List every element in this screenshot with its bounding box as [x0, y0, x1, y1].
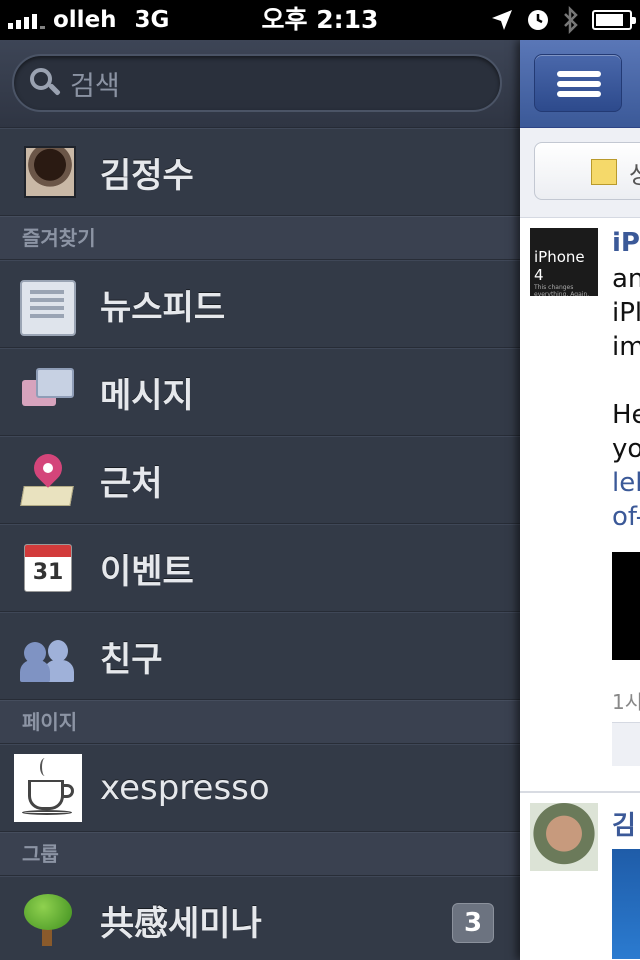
sidebar-item-messages[interactable]: 메시지 — [0, 348, 520, 436]
sidebar-item-nearby[interactable]: 근처 — [0, 436, 520, 524]
post-actions-bar[interactable] — [612, 722, 640, 766]
tree-icon — [20, 892, 76, 948]
calendar-day: 31 — [32, 560, 64, 585]
search-input[interactable]: 검색 — [12, 54, 502, 112]
sidebar-item-label: 이벤트 — [100, 551, 194, 592]
profile-item[interactable]: 김정수 — [0, 128, 520, 216]
feed-post: iPhone 4 This changes everything. Again.… — [520, 218, 640, 792]
post-link[interactable]: of- — [612, 502, 640, 532]
search-icon — [28, 66, 62, 100]
avatar — [24, 146, 76, 198]
sidebar-item-label: xespresso — [100, 768, 270, 808]
location-arrow-icon — [492, 10, 512, 30]
search-placeholder: 검색 — [70, 70, 120, 102]
news-feed-icon — [20, 280, 76, 336]
status-button-label: 상 — [629, 155, 640, 190]
sidebar-item-news-feed[interactable]: 뉴스피드 — [0, 260, 520, 348]
post-attachment-image[interactable] — [612, 552, 640, 660]
alarm-clock-icon — [528, 10, 548, 30]
avatar[interactable] — [530, 803, 598, 871]
friends-icon — [20, 628, 76, 684]
post-text-line: iPl — [612, 298, 640, 328]
section-header-pages: 페이지 — [0, 700, 520, 744]
post-link[interactable]: lel — [612, 468, 640, 498]
post-author[interactable]: 김 — [612, 805, 636, 842]
news-feed-panel: 상 iPhone 4 This changes everything. Agai… — [520, 40, 640, 960]
section-header-groups: 그룹 — [0, 832, 520, 876]
notification-badge: 3 — [452, 903, 494, 943]
bluetooth-icon — [564, 6, 578, 34]
sidebar-item-xespresso[interactable]: xespresso — [0, 744, 520, 832]
note-icon — [591, 159, 617, 185]
feed-post: 김 — [520, 792, 640, 960]
status-right — [490, 6, 636, 34]
sidebar-item-label: 친구 — [100, 639, 163, 680]
sidebar-item-label: 근처 — [100, 463, 163, 504]
status-bar: olleh 3G 오후 2:13 — [0, 0, 640, 40]
sidebar-item-label: 뉴스피드 — [100, 287, 226, 328]
nearby-pin-icon — [20, 448, 76, 508]
profile-name: 김정수 — [100, 155, 194, 196]
sidebar-item-events[interactable]: 31 이벤트 — [0, 524, 520, 612]
sidebar-item-label: 메시지 — [100, 375, 194, 416]
messages-icon — [20, 364, 76, 420]
post-attachment-image[interactable] — [612, 849, 640, 959]
post-timestamp: 1시 — [612, 690, 640, 714]
coffee-cup-icon — [14, 754, 82, 822]
post-thumbnail-subtext: This changes everything. Again. — [534, 284, 590, 296]
post-text-line: im — [612, 332, 640, 362]
sidebar-item-friends[interactable]: 친구 — [0, 612, 520, 700]
events-calendar-icon: 31 — [20, 540, 76, 596]
status-update-bar: 상 — [520, 128, 640, 218]
post-text-line: yo — [612, 434, 640, 464]
post-thumbnail-text: iPhone 4 — [534, 248, 585, 284]
status-button[interactable]: 상 — [534, 142, 640, 200]
post-thumbnail[interactable]: iPhone 4 This changes everything. Again. — [530, 228, 598, 296]
sidebar-item-label: 共感세미나 — [100, 903, 262, 944]
battery-icon — [592, 10, 636, 30]
sidebar-item-group[interactable]: 共感세미나 3 — [0, 876, 520, 960]
search-bar: 검색 — [0, 40, 520, 128]
section-header-favorites: 즐겨찾기 — [0, 216, 520, 260]
post-text-line: He — [612, 400, 640, 430]
post-author[interactable]: iPl — [612, 228, 640, 258]
nav-bar — [520, 40, 640, 128]
sidebar-menu: 검색 김정수 즐겨찾기 뉴스피드 메시지 근처 31 이벤트 친구 페이지 xe… — [0, 40, 520, 960]
menu-button[interactable] — [534, 54, 622, 112]
post-text-line: an — [612, 264, 640, 294]
